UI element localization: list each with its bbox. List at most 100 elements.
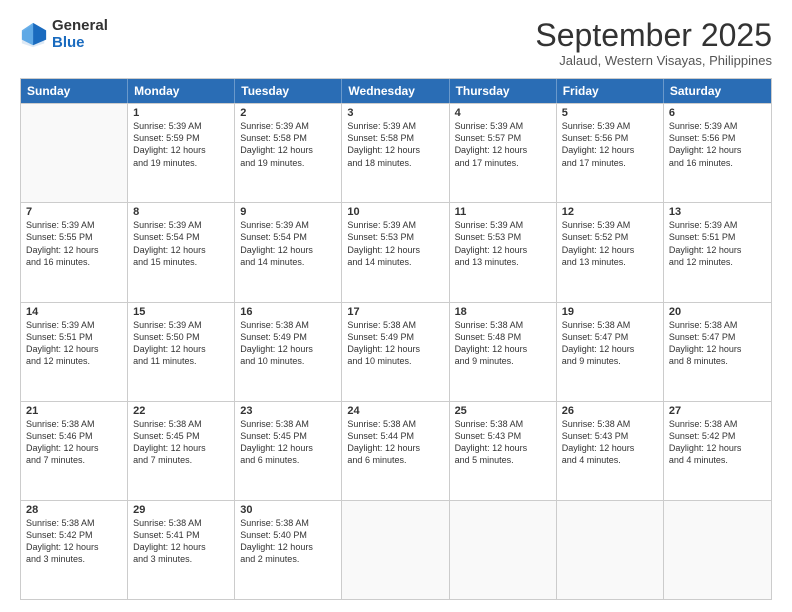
- cal-cell-2-1: 15Sunrise: 5:39 AMSunset: 5:50 PMDayligh…: [128, 303, 235, 401]
- cell-line-3: Daylight: 12 hours: [455, 144, 551, 156]
- cell-line-4: and 6 minutes.: [347, 454, 443, 466]
- cal-cell-0-1: 1Sunrise: 5:39 AMSunset: 5:59 PMDaylight…: [128, 104, 235, 202]
- cell-line-1: Sunrise: 5:39 AM: [133, 219, 229, 231]
- logo: General Blue: [20, 18, 108, 51]
- cell-line-3: Daylight: 12 hours: [455, 244, 551, 256]
- calendar-week-4: 21Sunrise: 5:38 AMSunset: 5:46 PMDayligh…: [21, 401, 771, 500]
- cell-line-4: and 6 minutes.: [240, 454, 336, 466]
- cell-line-4: and 5 minutes.: [455, 454, 551, 466]
- logo-text: General Blue: [52, 18, 108, 51]
- cell-line-2: Sunset: 5:56 PM: [562, 132, 658, 144]
- day-number: 18: [455, 306, 551, 318]
- cell-line-4: and 3 minutes.: [133, 553, 229, 565]
- cell-line-3: Daylight: 12 hours: [669, 244, 766, 256]
- cell-line-2: Sunset: 5:51 PM: [669, 231, 766, 243]
- cell-line-3: Daylight: 12 hours: [562, 144, 658, 156]
- day-number: 5: [562, 107, 658, 119]
- day-number: 12: [562, 206, 658, 218]
- cell-line-3: Daylight: 12 hours: [26, 442, 122, 454]
- cal-cell-4-5: [557, 501, 664, 599]
- logo-icon: [20, 21, 48, 49]
- cal-cell-3-6: 27Sunrise: 5:38 AMSunset: 5:42 PMDayligh…: [664, 402, 771, 500]
- cell-line-3: Daylight: 12 hours: [240, 541, 336, 553]
- cell-line-3: Daylight: 12 hours: [26, 244, 122, 256]
- cal-cell-0-0: [21, 104, 128, 202]
- cell-line-1: Sunrise: 5:38 AM: [240, 319, 336, 331]
- cell-line-1: Sunrise: 5:38 AM: [562, 319, 658, 331]
- cell-line-2: Sunset: 5:52 PM: [562, 231, 658, 243]
- cell-line-1: Sunrise: 5:39 AM: [455, 120, 551, 132]
- cell-line-1: Sunrise: 5:39 AM: [347, 120, 443, 132]
- cal-cell-2-5: 19Sunrise: 5:38 AMSunset: 5:47 PMDayligh…: [557, 303, 664, 401]
- cell-line-1: Sunrise: 5:38 AM: [347, 319, 443, 331]
- cal-cell-1-1: 8Sunrise: 5:39 AMSunset: 5:54 PMDaylight…: [128, 203, 235, 301]
- cell-line-4: and 14 minutes.: [347, 256, 443, 268]
- cal-cell-4-1: 29Sunrise: 5:38 AMSunset: 5:41 PMDayligh…: [128, 501, 235, 599]
- day-number: 17: [347, 306, 443, 318]
- cell-line-3: Daylight: 12 hours: [133, 343, 229, 355]
- cell-line-1: Sunrise: 5:38 AM: [347, 418, 443, 430]
- cell-line-2: Sunset: 5:49 PM: [347, 331, 443, 343]
- cell-line-1: Sunrise: 5:39 AM: [669, 219, 766, 231]
- cell-line-3: Daylight: 12 hours: [133, 244, 229, 256]
- cal-cell-1-5: 12Sunrise: 5:39 AMSunset: 5:52 PMDayligh…: [557, 203, 664, 301]
- cal-cell-1-2: 9Sunrise: 5:39 AMSunset: 5:54 PMDaylight…: [235, 203, 342, 301]
- cell-line-2: Sunset: 5:47 PM: [562, 331, 658, 343]
- cal-cell-4-0: 28Sunrise: 5:38 AMSunset: 5:42 PMDayligh…: [21, 501, 128, 599]
- cell-line-1: Sunrise: 5:39 AM: [240, 219, 336, 231]
- cell-line-4: and 11 minutes.: [133, 355, 229, 367]
- cell-line-4: and 7 minutes.: [26, 454, 122, 466]
- header-friday: Friday: [557, 79, 664, 103]
- cell-line-1: Sunrise: 5:38 AM: [26, 418, 122, 430]
- cell-line-2: Sunset: 5:47 PM: [669, 331, 766, 343]
- cal-cell-1-3: 10Sunrise: 5:39 AMSunset: 5:53 PMDayligh…: [342, 203, 449, 301]
- cell-line-2: Sunset: 5:45 PM: [240, 430, 336, 442]
- calendar-week-2: 7Sunrise: 5:39 AMSunset: 5:55 PMDaylight…: [21, 202, 771, 301]
- cell-line-2: Sunset: 5:41 PM: [133, 529, 229, 541]
- day-number: 8: [133, 206, 229, 218]
- day-number: 4: [455, 107, 551, 119]
- cell-line-4: and 12 minutes.: [669, 256, 766, 268]
- day-number: 1: [133, 107, 229, 119]
- cell-line-3: Daylight: 12 hours: [669, 144, 766, 156]
- cell-line-1: Sunrise: 5:39 AM: [133, 319, 229, 331]
- day-number: 27: [669, 405, 766, 417]
- cell-line-3: Daylight: 12 hours: [240, 244, 336, 256]
- calendar-week-1: 1Sunrise: 5:39 AMSunset: 5:59 PMDaylight…: [21, 103, 771, 202]
- cell-line-4: and 3 minutes.: [26, 553, 122, 565]
- cal-cell-1-4: 11Sunrise: 5:39 AMSunset: 5:53 PMDayligh…: [450, 203, 557, 301]
- cell-line-1: Sunrise: 5:39 AM: [669, 120, 766, 132]
- day-number: 21: [26, 405, 122, 417]
- day-number: 14: [26, 306, 122, 318]
- cell-line-2: Sunset: 5:50 PM: [133, 331, 229, 343]
- day-number: 28: [26, 504, 122, 516]
- cell-line-2: Sunset: 5:40 PM: [240, 529, 336, 541]
- cell-line-1: Sunrise: 5:38 AM: [133, 418, 229, 430]
- cell-line-2: Sunset: 5:55 PM: [26, 231, 122, 243]
- cell-line-1: Sunrise: 5:38 AM: [240, 418, 336, 430]
- cell-line-2: Sunset: 5:42 PM: [26, 529, 122, 541]
- cell-line-3: Daylight: 12 hours: [347, 343, 443, 355]
- cell-line-1: Sunrise: 5:39 AM: [562, 219, 658, 231]
- cell-line-4: and 17 minutes.: [562, 157, 658, 169]
- day-number: 6: [669, 107, 766, 119]
- cal-cell-1-0: 7Sunrise: 5:39 AMSunset: 5:55 PMDaylight…: [21, 203, 128, 301]
- cell-line-2: Sunset: 5:53 PM: [347, 231, 443, 243]
- cal-cell-0-5: 5Sunrise: 5:39 AMSunset: 5:56 PMDaylight…: [557, 104, 664, 202]
- header-thursday: Thursday: [450, 79, 557, 103]
- cell-line-4: and 18 minutes.: [347, 157, 443, 169]
- cell-line-1: Sunrise: 5:38 AM: [562, 418, 658, 430]
- cell-line-3: Daylight: 12 hours: [240, 144, 336, 156]
- day-number: 7: [26, 206, 122, 218]
- cell-line-3: Daylight: 12 hours: [133, 442, 229, 454]
- cell-line-2: Sunset: 5:58 PM: [240, 132, 336, 144]
- cell-line-2: Sunset: 5:49 PM: [240, 331, 336, 343]
- calendar-week-5: 28Sunrise: 5:38 AMSunset: 5:42 PMDayligh…: [21, 500, 771, 599]
- cell-line-2: Sunset: 5:51 PM: [26, 331, 122, 343]
- cell-line-3: Daylight: 12 hours: [26, 541, 122, 553]
- cell-line-2: Sunset: 5:43 PM: [562, 430, 658, 442]
- cell-line-4: and 17 minutes.: [455, 157, 551, 169]
- calendar-body: 1Sunrise: 5:39 AMSunset: 5:59 PMDaylight…: [21, 103, 771, 599]
- cell-line-4: and 9 minutes.: [562, 355, 658, 367]
- cell-line-3: Daylight: 12 hours: [26, 343, 122, 355]
